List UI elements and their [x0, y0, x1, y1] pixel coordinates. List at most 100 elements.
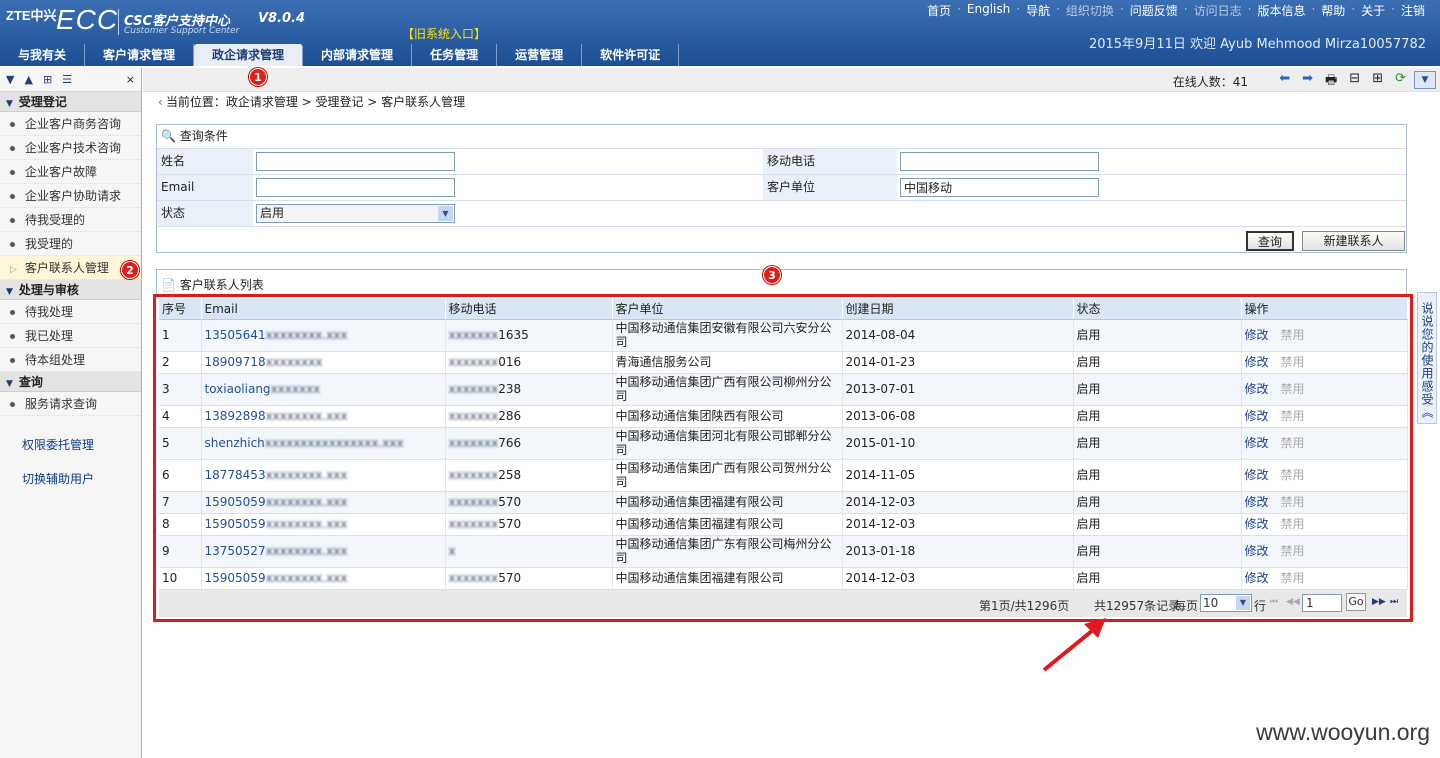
top-link-home[interactable]: 首页 — [924, 2, 954, 19]
edit-link[interactable]: 修改 — [1245, 409, 1269, 423]
tab-software-license[interactable]: 软件许可证 — [582, 44, 680, 66]
minimize-icon[interactable]: ⊟ — [1349, 71, 1360, 93]
header-email[interactable]: Email — [201, 299, 446, 320]
switch-assist-user-link[interactable]: 切换辅助用户 — [0, 462, 141, 496]
disable-link[interactable]: 禁用 — [1281, 517, 1305, 531]
sidebar-item-processed[interactable]: 我已处理 — [0, 324, 141, 348]
top-link-nav[interactable]: 导航 — [1023, 2, 1053, 19]
edit-link[interactable]: 修改 — [1245, 328, 1269, 342]
header-mobile[interactable]: 移动电话 — [445, 299, 613, 320]
disable-link[interactable]: 禁用 — [1281, 571, 1305, 585]
header-actions[interactable]: 操作 — [1241, 299, 1408, 320]
cell-email: 13892898xxxxxxxx.xxx — [201, 405, 446, 428]
sidebar-group-query[interactable]: ▼ 查询 — [0, 372, 141, 392]
first-page-icon[interactable]: ⏮ — [1270, 597, 1278, 607]
edit-link[interactable]: 修改 — [1245, 382, 1269, 396]
header-status[interactable]: 状态 — [1073, 299, 1242, 320]
permission-delegation-link[interactable]: 权限委托管理 — [0, 428, 141, 462]
edit-link[interactable]: 修改 — [1245, 544, 1269, 558]
sidebar-group-processing[interactable]: ▼ 处理与审核 — [0, 280, 141, 300]
prev-page-icon[interactable]: ◀◀ — [1286, 597, 1300, 607]
top-link-english[interactable]: English — [964, 2, 1013, 19]
old-system-link[interactable]: 【旧系统入口】 — [402, 25, 486, 42]
email-visible: shenzhich — [204, 436, 265, 450]
search-button[interactable]: 查询 — [1246, 231, 1294, 251]
top-link-org-switch[interactable]: 组织切换 — [1063, 2, 1117, 19]
tab-related-to-me[interactable]: 与我有关 — [0, 44, 86, 66]
cell-no: 9 — [159, 535, 202, 568]
sidebar-item-business-consult[interactable]: 企业客户商务咨询 — [0, 112, 141, 136]
unit-field[interactable] — [900, 178, 1099, 197]
mobile-field[interactable] — [900, 152, 1099, 171]
forward-arrow-icon[interactable]: ➡ — [1302, 71, 1313, 93]
disable-link[interactable]: 禁用 — [1281, 409, 1305, 423]
last-page-icon[interactable]: ⏭ — [1390, 597, 1398, 607]
maximize-icon[interactable]: ⊞ — [1372, 71, 1383, 93]
disable-link[interactable]: 禁用 — [1281, 468, 1305, 482]
edit-link[interactable]: 修改 — [1245, 571, 1269, 585]
disable-link[interactable]: 禁用 — [1281, 495, 1305, 509]
toolbar-icons: ⬅ ➡ 🖶 ⊟ ⊞ ⟳ — [1279, 71, 1406, 93]
top-link-version[interactable]: 版本信息 — [1254, 2, 1308, 19]
next-page-icon[interactable]: ▶▶ — [1372, 597, 1386, 607]
list-icon[interactable]: ☰ — [62, 73, 72, 86]
query-panel: 🔍 查询条件 姓名 移动电话 Email 客户单位 状态 启用 ▼ 查询 新建联系… — [156, 124, 1407, 253]
edit-link[interactable]: 修改 — [1245, 468, 1269, 482]
disable-link[interactable]: 禁用 — [1281, 436, 1305, 450]
sidebar-item-fault[interactable]: 企业客户故障 — [0, 160, 141, 184]
edit-link[interactable]: 修改 — [1245, 495, 1269, 509]
mobile-visible: 766 — [498, 436, 522, 450]
sidebar-item-my-accepted[interactable]: 我受理的 — [0, 232, 141, 256]
tab-enterprise-requests[interactable]: 政企请求管理 — [194, 44, 304, 66]
tab-operations[interactable]: 运营管理 — [497, 44, 583, 66]
header-created[interactable]: 创建日期 — [842, 299, 1074, 320]
sidebar-item-assist[interactable]: 企业客户协助请求 — [0, 184, 141, 208]
email-redacted: xxxxxxxx — [265, 355, 323, 369]
new-contact-button[interactable]: 新建联系人 — [1302, 231, 1405, 251]
back-arrow-icon[interactable]: ⬅ — [1279, 71, 1290, 93]
sidebar-item-tech-consult[interactable]: 企业客户技术咨询 — [0, 136, 141, 160]
disable-link[interactable]: 禁用 — [1281, 544, 1305, 558]
sidebar-item-contact-management[interactable]: ▷ 客户联系人管理 — [0, 256, 141, 280]
disable-link[interactable]: 禁用 — [1281, 382, 1305, 396]
top-link-feedback[interactable]: 问题反馈 — [1127, 2, 1181, 19]
top-link-logout[interactable]: 注销 — [1398, 2, 1428, 19]
edit-link[interactable]: 修改 — [1245, 517, 1269, 531]
sidebar-item-service-query[interactable]: 服务请求查询 — [0, 392, 141, 416]
sidebar-item-pending-accept[interactable]: 待我受理的 — [0, 208, 141, 232]
email-visible: 13750527 — [204, 544, 266, 558]
print-icon[interactable]: 🖶 — [1325, 71, 1337, 93]
close-icon[interactable]: × — [126, 73, 135, 86]
feedback-tab[interactable]: 说说您的使用感受《 — [1417, 292, 1437, 424]
edit-link[interactable]: 修改 — [1245, 355, 1269, 369]
email-field[interactable] — [256, 178, 455, 197]
page-number-input[interactable]: 1 — [1302, 594, 1342, 612]
refresh-icon[interactable]: ⟳ — [1395, 71, 1406, 93]
name-field[interactable] — [256, 152, 455, 171]
go-button[interactable]: Go — [1346, 593, 1366, 611]
tab-customer-requests[interactable]: 客户请求管理 — [85, 44, 195, 66]
edit-link[interactable]: 修改 — [1245, 436, 1269, 450]
top-link-access-log[interactable]: 访问日志 — [1191, 2, 1245, 19]
sidebar-item-pending-process[interactable]: 待我处理 — [0, 300, 141, 324]
chevron-down-icon[interactable]: ▼ — [1414, 71, 1436, 89]
collapse-all-icon[interactable]: ▼ — [6, 73, 14, 86]
top-link-about[interactable]: 关于 — [1358, 2, 1388, 19]
sidebar-item-label: 待我处理 — [25, 305, 74, 319]
mobile-redacted: xxxxxxx — [448, 355, 499, 369]
highlighted-grid: 序号 Email 移动电话 客户单位 创建日期 状态 操作 1 13505641x… — [153, 294, 1413, 622]
top-link-help[interactable]: 帮助 — [1318, 2, 1348, 19]
email-visible: 18909718 — [204, 355, 266, 369]
tab-internal-requests[interactable]: 内部请求管理 — [303, 44, 413, 66]
header-no[interactable]: 序号 — [159, 299, 202, 320]
expand-all-icon[interactable]: ▲ — [24, 73, 32, 86]
tab-task-management[interactable]: 任务管理 — [412, 44, 498, 66]
disable-link[interactable]: 禁用 — [1281, 355, 1305, 369]
header-unit[interactable]: 客户单位 — [612, 299, 843, 320]
disable-link[interactable]: 禁用 — [1281, 328, 1305, 342]
per-page-select[interactable]: 10 ▼ — [1200, 594, 1252, 612]
sidebar-group-registration[interactable]: ▼ 受理登记 — [0, 92, 141, 112]
tree-icon[interactable]: ⊞ — [43, 73, 52, 86]
status-select[interactable]: 启用 ▼ — [256, 204, 455, 223]
sidebar-item-group-pending[interactable]: 待本组处理 — [0, 348, 141, 372]
